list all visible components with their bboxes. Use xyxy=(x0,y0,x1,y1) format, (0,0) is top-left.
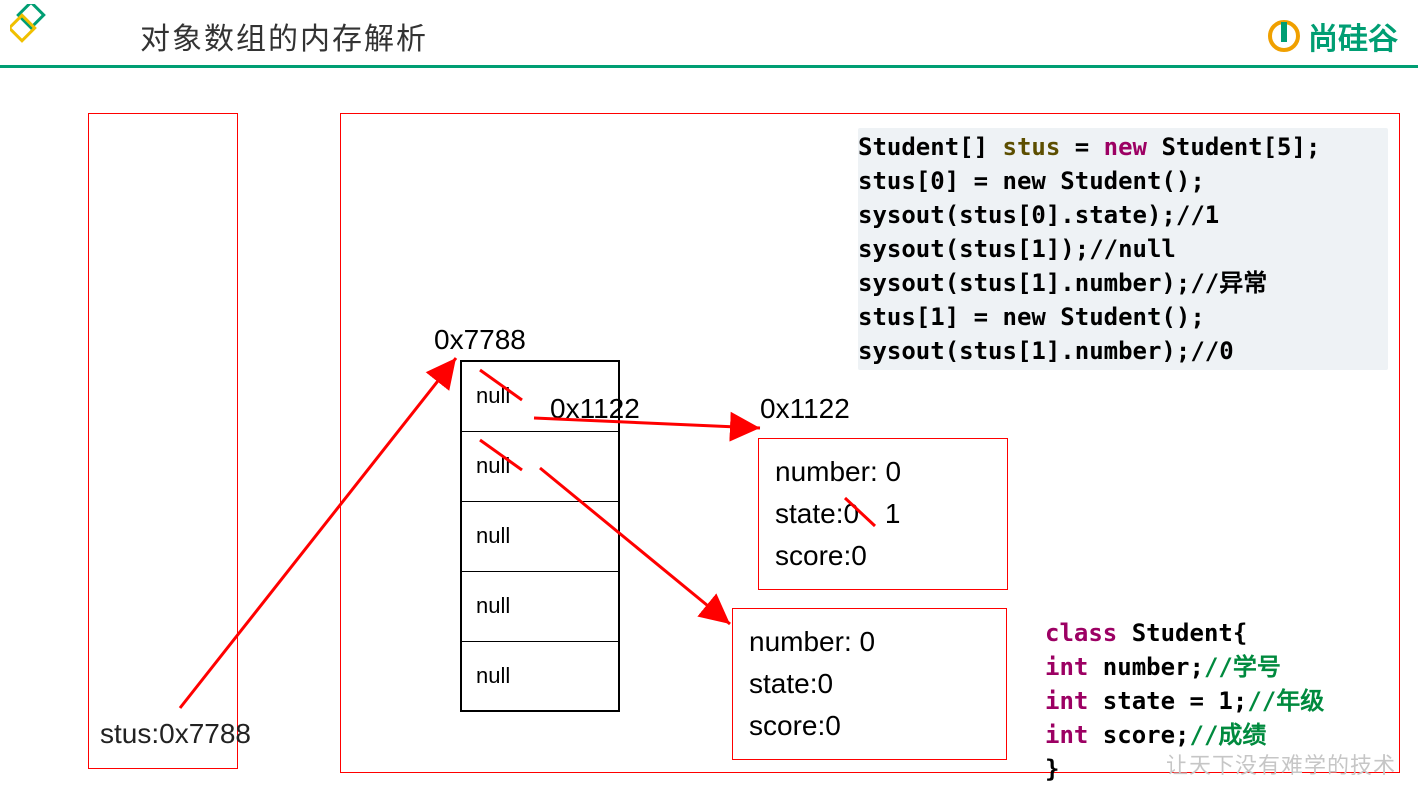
obj2-state: state:0 xyxy=(749,663,990,705)
array-cell-2: null xyxy=(461,501,619,571)
diamond-logo-icon xyxy=(10,4,58,52)
obj1-score: score:0 xyxy=(775,535,991,577)
stack-box xyxy=(88,113,238,769)
brand-text: 尚硅谷 xyxy=(1308,14,1398,58)
obj1-number: number: 0 xyxy=(775,451,991,493)
code-snippet-top: Student[] stus = new Student[5]; stus[0]… xyxy=(858,128,1388,370)
brand: 尚硅谷 xyxy=(1266,14,1398,58)
brand-logo-icon xyxy=(1266,18,1302,54)
array-table: null null null null null xyxy=(460,360,620,712)
obj2-score: score:0 xyxy=(749,705,990,747)
slide-title: 对象数组的内存解析 xyxy=(140,14,428,58)
obj1-state: state:0 1 xyxy=(775,493,991,535)
object1-address: 0x1122 xyxy=(760,393,850,425)
obj2-number: number: 0 xyxy=(749,621,990,663)
array-cell-3: null xyxy=(461,571,619,641)
diagram-canvas: stus:0x7788 0x7788 0x1122 null null null… xyxy=(0,68,1418,788)
slide-header: 对象数组的内存解析 尚硅谷 xyxy=(0,0,1418,68)
code-snippet-class: class Student{ int number;//学号 int state… xyxy=(1045,616,1324,786)
array-address: 0x7788 xyxy=(434,324,526,356)
object1-box: number: 0 state:0 1 score:0 xyxy=(758,438,1008,590)
array-cell-4: null xyxy=(461,641,619,711)
object2-box: number: 0 state:0 score:0 xyxy=(732,608,1007,760)
stack-label: stus:0x7788 xyxy=(100,718,251,750)
array-cell-0: null xyxy=(461,361,619,431)
array-cell-1: null xyxy=(461,431,619,501)
